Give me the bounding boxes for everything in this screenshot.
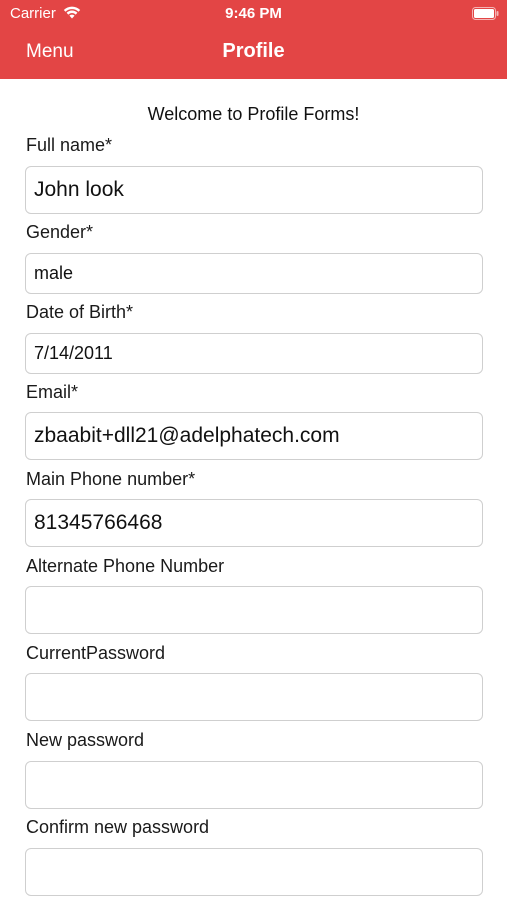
confirm-password-field[interactable] [25, 848, 483, 896]
confirm-password-label: Confirm new password [26, 817, 210, 837]
current-password-label: CurrentPassword [26, 643, 166, 663]
new-password-field[interactable] [25, 761, 483, 809]
full-name-label: Full name* [26, 135, 113, 155]
welcome-text: Welcome to Profile Forms! [147, 104, 360, 124]
main-phone-label: Main Phone number* [26, 469, 196, 489]
new-password-label: New password [26, 730, 145, 750]
date-of-birth-field[interactable]: 7/14/2011 [25, 333, 483, 374]
header: Carrier 9:46 PM Menu Profile [0, 0, 507, 79]
current-password-field[interactable] [25, 673, 483, 721]
main-phone-field[interactable]: 81345766468 [25, 499, 483, 547]
date-of-birth-label: Date of Birth* [26, 302, 134, 322]
page-title: Profile [222, 40, 285, 62]
full-name-field[interactable]: John look [25, 166, 483, 214]
alternate-phone-field[interactable] [25, 586, 483, 634]
email-field[interactable]: zbaabit+dll21@adelphatech.com [25, 412, 483, 460]
gender-label: Gender* [26, 222, 94, 242]
nav-bar: Menu Profile [0, 28, 507, 79]
gender-field[interactable]: male [25, 253, 483, 294]
status-bar: Carrier 9:46 PM [0, 0, 507, 28]
email-label: Email* [26, 382, 79, 402]
alternate-phone-label: Alternate Phone Number [26, 556, 225, 576]
status-time: 9:46 PM [225, 5, 282, 22]
battery-icon [472, 7, 499, 20]
